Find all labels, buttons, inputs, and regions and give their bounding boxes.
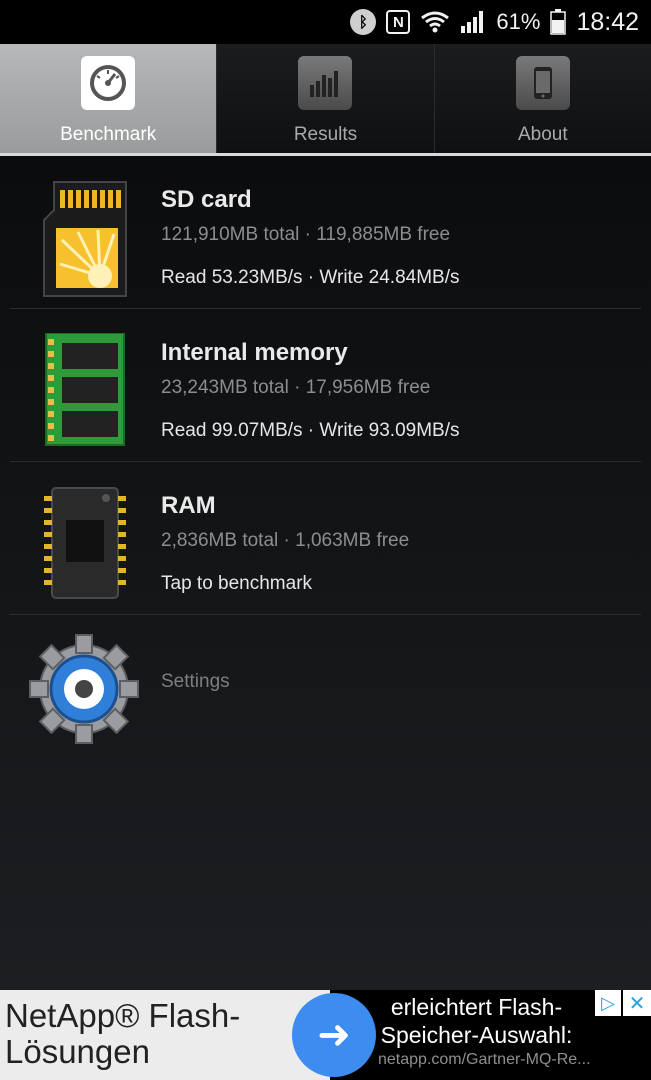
ad-text-line1: erleichtert Flash- [390,994,563,1020]
ad-url: netapp.com/Gartner-MQ-Re... [378,1051,591,1068]
phone-icon [515,56,570,110]
battery-icon [550,9,567,35]
status-bar: ᛒ N 61% 18:42 [0,0,651,44]
item-subtitle: 2,836MB total · 1,063MB free [161,530,410,551]
battery-percent: 61% [496,9,541,34]
tab-benchmark[interactable]: Benchmark [0,44,218,153]
ad-headline-line1: NetApp® Flash- [5,997,241,1034]
speedometer-icon [81,56,136,110]
bar-chart-icon [298,56,353,110]
tab-label: Benchmark [60,124,157,145]
item-detail: Read 53.23MB/s · Write 24.84MB/s [161,267,460,288]
item-subtitle: 23,243MB total · 17,956MB free [161,377,431,398]
signal-icon [460,10,486,34]
item-title: Internal memory [161,339,348,366]
clock: 18:42 [576,7,639,36]
tab-results[interactable]: Results [217,44,435,153]
tab-label: Results [293,124,358,145]
benchmark-list: SD card 121,910MB total · 119,885MB free… [0,156,651,990]
item-title: SD card [161,186,252,213]
tab-about[interactable]: About [434,44,651,153]
wifi-icon [420,10,450,34]
close-icon[interactable]: ✕ [623,990,651,1016]
ad-headline-line2: Lösungen [5,1033,150,1070]
nfc-icon: N [386,10,411,34]
list-item-sd-card[interactable]: SD card 121,910MB total · 119,885MB free… [10,156,641,309]
settings-label: Settings [161,671,230,692]
ram-chip-icon [40,486,130,606]
item-detail: Read 99.07MB/s · Write 93.09MB/s [161,420,460,441]
ad-banner[interactable]: NetApp® Flash- Lösungen erleichtert Flas… [0,990,651,1080]
settings-item[interactable]: Settings [10,615,641,755]
bluetooth-icon: ᛒ [350,9,377,35]
tab-label: About [517,124,568,145]
memory-module-icon [40,332,130,453]
gear-icon [28,633,140,745]
item-detail: Tap to benchmark [161,573,313,594]
arrow-right-icon: ➜ [317,1013,351,1057]
item-subtitle: 121,910MB total · 119,885MB free [161,224,451,245]
ad-choices-icon[interactable]: ▷ [595,990,621,1016]
list-item-ram[interactable]: RAM 2,836MB total · 1,063MB free Tap to … [10,462,641,615]
sd-card-icon [40,180,130,300]
ad-headline[interactable]: NetApp® Flash- Lösungen [0,990,330,1080]
tab-bar: Benchmark Results About [0,44,651,156]
list-item-internal-memory[interactable]: Internal memory 23,243MB total · 17,956M… [10,309,641,462]
ad-open-button[interactable]: ➜ [292,993,376,1077]
item-title: RAM [161,492,216,519]
